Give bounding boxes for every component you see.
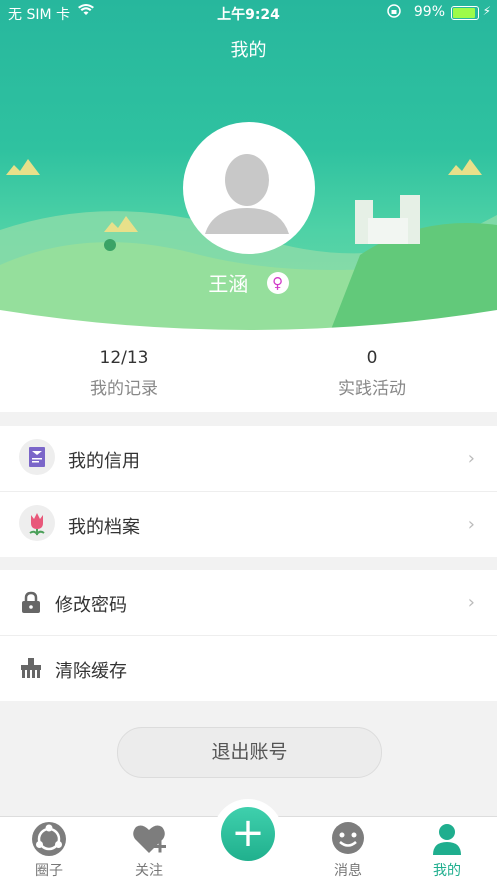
menu-group-profile: 我的信用 › 我的档案 › bbox=[0, 426, 497, 557]
female-gender-icon: ♀ bbox=[266, 271, 289, 294]
profile-header: 无 SIM 卡 上午9:24 99% ⚡ 我的 王涵 ♀ bbox=[0, 0, 497, 332]
stat-label: 我的记录 bbox=[90, 379, 158, 399]
user-name: 王涵 bbox=[208, 272, 249, 296]
plus-icon: + bbox=[221, 807, 275, 861]
stat-value: 12/13 bbox=[99, 348, 149, 368]
battery-percent: 99% bbox=[413, 4, 445, 20]
menu-group-settings: 修改密码 › 清除缓存 bbox=[0, 570, 497, 701]
rotation-lock-icon bbox=[387, 4, 401, 22]
chevron-right-icon: › bbox=[467, 514, 475, 535]
menu-item-change-password[interactable]: 修改密码 › bbox=[0, 570, 497, 636]
tab-messages[interactable]: 消息 bbox=[308, 817, 388, 884]
user-name-row: 王涵 ♀ bbox=[0, 268, 497, 297]
tab-mine[interactable]: 我的 bbox=[407, 817, 487, 884]
status-bar: 无 SIM 卡 上午9:24 99% ⚡ bbox=[0, 0, 497, 26]
heart-plus-icon bbox=[131, 821, 167, 857]
charging-icon: ⚡ bbox=[482, 4, 491, 18]
menu-label: 我的档案 bbox=[68, 517, 140, 538]
tab-label: 圈子 bbox=[35, 863, 63, 879]
menu-label: 清除缓存 bbox=[55, 661, 127, 682]
stats-bar: 12/13 我的记录 0 实践活动 bbox=[0, 332, 497, 412]
menu-item-my-archive[interactable]: 我的档案 › bbox=[0, 492, 497, 557]
tab-label: 消息 bbox=[334, 863, 362, 879]
chevron-right-icon: › bbox=[467, 592, 475, 613]
page-title: 我的 bbox=[230, 40, 267, 61]
stat-practice-activities[interactable]: 0 实践活动 bbox=[272, 348, 472, 399]
logout-button[interactable]: 退出账号 bbox=[117, 727, 382, 778]
tab-follow[interactable]: 关注 bbox=[109, 817, 189, 884]
stat-label: 实践活动 bbox=[338, 379, 406, 399]
tab-label: 我的 bbox=[433, 863, 461, 879]
tulip-icon bbox=[19, 505, 55, 541]
menu-item-my-credit[interactable]: 我的信用 › bbox=[0, 426, 497, 492]
lock-icon bbox=[19, 590, 43, 614]
stat-my-records[interactable]: 12/13 我的记录 bbox=[24, 348, 224, 399]
stat-value: 0 bbox=[366, 348, 378, 368]
chevron-right-icon: › bbox=[467, 448, 475, 469]
default-avatar-icon bbox=[191, 130, 307, 246]
smile-icon bbox=[330, 821, 366, 857]
battery-icon bbox=[451, 6, 479, 20]
credit-card-icon bbox=[19, 439, 55, 475]
menu-label: 修改密码 bbox=[55, 595, 127, 616]
person-icon bbox=[429, 821, 465, 857]
add-button[interactable]: + bbox=[213, 799, 283, 869]
menu-label: 我的信用 bbox=[68, 451, 140, 472]
menu-item-clear-cache[interactable]: 清除缓存 bbox=[0, 636, 497, 701]
avatar[interactable] bbox=[183, 122, 315, 254]
broom-icon bbox=[19, 656, 43, 680]
circle-group-icon bbox=[31, 821, 67, 857]
tab-label: 关注 bbox=[135, 863, 163, 879]
tab-circle[interactable]: 圈子 bbox=[9, 817, 89, 884]
